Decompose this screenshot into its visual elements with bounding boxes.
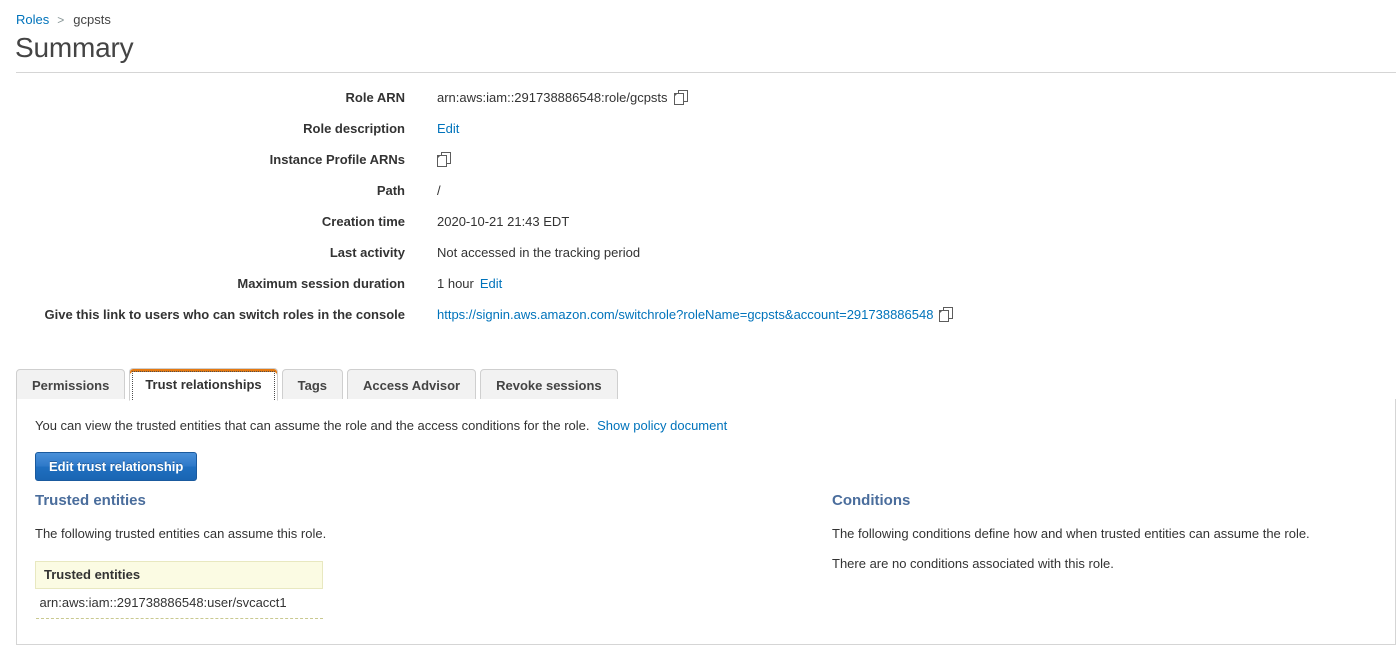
breadcrumb-current-gcpsts: gcpsts: [73, 12, 111, 27]
title-divider: [16, 72, 1396, 73]
conditions-empty-text: There are no conditions associated with …: [832, 556, 1114, 571]
table-header-row: Trusted entities: [35, 561, 323, 589]
detail-row-path: Path /: [0, 181, 1396, 205]
tab-permissions[interactable]: Permissions: [16, 369, 126, 401]
detail-label-role-description: Role description: [303, 121, 405, 136]
table-header-trusted-entities: Trusted entities: [35, 561, 323, 589]
breadcrumb: Roles > gcpsts: [16, 12, 111, 28]
detail-row-creation-time: Creation time 2020-10-21 21:43 EDT: [0, 212, 1396, 236]
detail-row-role-arn: Role ARN arn:aws:iam::291738886548:role/…: [0, 88, 1396, 112]
tab-label: Revoke sessions: [496, 377, 602, 393]
conditions-heading: Conditions: [832, 492, 911, 509]
trusted-entities-description: The following trusted entities can assum…: [35, 526, 327, 541]
detail-label-role-arn: Role ARN: [345, 90, 405, 105]
copy-icon[interactable]: [437, 151, 452, 168]
tab-revoke-sessions[interactable]: Revoke sessions: [480, 369, 618, 401]
detail-row-role-description: Role description Edit: [0, 119, 1396, 143]
show-policy-document-link[interactable]: Show policy document: [597, 418, 727, 433]
detail-value-max-session-duration: 1 hour Edit: [437, 274, 502, 293]
edit-trust-relationship-label: Edit trust relationship: [49, 459, 184, 474]
trusted-entities-heading: Trusted entities: [35, 492, 146, 509]
detail-value-role-arn: arn:aws:iam::291738886548:role/gcpsts: [437, 88, 689, 107]
role-arn-text: arn:aws:iam::291738886548:role/gcpsts: [437, 90, 668, 105]
detail-value-creation-time: 2020-10-21 21:43 EDT: [437, 212, 569, 231]
copy-icon[interactable]: [939, 306, 954, 323]
tab-access-advisor[interactable]: Access Advisor: [347, 369, 477, 401]
edit-role-description-link[interactable]: Edit: [437, 119, 459, 138]
last-activity-text: Not accessed in the tracking period: [437, 245, 641, 260]
max-session-duration-text: 1 hour: [437, 276, 474, 291]
role-summary-details: Role ARN arn:aws:iam::291738886548:role/…: [0, 88, 1396, 336]
trusted-entities-section: Trusted entities The following trusted e…: [35, 492, 815, 619]
tab-trust-relationships[interactable]: Trust relationships: [129, 368, 278, 401]
detail-label-max-session-duration: Maximum session duration: [237, 276, 405, 291]
detail-row-instance-profile-arns: Instance Profile ARNs: [0, 150, 1396, 174]
tab-tags[interactable]: Tags: [281, 369, 344, 401]
detail-value-instance-profile-arns: [437, 150, 452, 169]
trusted-entities-table: Trusted entities arn:aws:iam::2917388865…: [35, 561, 323, 619]
detail-value-last-activity: Not accessed in the tracking period: [437, 243, 640, 262]
copy-icon[interactable]: [673, 89, 689, 106]
detail-value-role-description: Edit: [437, 119, 459, 138]
detail-row-switch-role-link: Give this link to users who can switch r…: [0, 305, 1396, 329]
page-title: Summary: [15, 32, 134, 63]
detail-row-max-session-duration: Maximum session duration 1 hour Edit: [0, 274, 1396, 298]
breadcrumb-link-roles[interactable]: Roles: [16, 12, 49, 27]
detail-value-path: /: [437, 181, 441, 200]
tab-label: Permissions: [32, 377, 110, 393]
table-row: arn:aws:iam::291738886548:user/svcacct1: [35, 588, 323, 619]
edit-max-session-duration-link[interactable]: Edit: [480, 274, 502, 293]
detail-label-creation-time: Creation time: [321, 214, 405, 229]
detail-label-instance-profile-arns: Instance Profile ARNs: [269, 152, 405, 167]
detail-label-switch-role-link: Give this link to users who can switch r…: [44, 307, 405, 322]
creation-time-text: 2020-10-21 21:43 EDT: [437, 214, 570, 229]
detail-row-last-activity: Last activity Not accessed in the tracki…: [0, 243, 1396, 267]
trusted-entity-arn: arn:aws:iam::291738886548:user/svcacct1: [35, 588, 323, 619]
tab-label: Tags: [297, 377, 328, 393]
panel-intro-text: You can view the trusted entities that c…: [35, 418, 590, 433]
conditions-section: Conditions The following conditions defi…: [832, 492, 1372, 586]
conditions-description: The following conditions define how and …: [832, 526, 1310, 541]
detail-label-last-activity: Last activity: [329, 245, 405, 260]
detail-value-switch-role-link: https://signin.aws.amazon.com/switchrole…: [437, 305, 954, 324]
path-text: /: [437, 183, 441, 198]
tab-list: Permissions Trust relationships Tags Acc…: [16, 368, 618, 401]
panel-intro: You can view the trusted entities that c…: [35, 418, 727, 434]
detail-label-path: Path: [376, 183, 405, 198]
switch-role-url-link[interactable]: https://signin.aws.amazon.com/switchrole…: [437, 305, 933, 324]
tab-label: Access Advisor: [363, 377, 461, 393]
tab-label: Trust relationships: [145, 377, 262, 392]
edit-trust-relationship-button[interactable]: Edit trust relationship: [35, 452, 198, 481]
breadcrumb-separator-icon: >: [57, 13, 65, 27]
